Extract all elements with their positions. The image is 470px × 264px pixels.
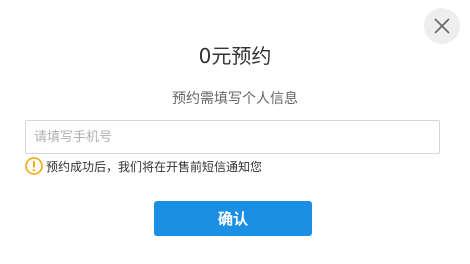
reservation-notice: 预约成功后，我们将在开售前短信通知您 (25, 157, 262, 175)
close-button[interactable] (424, 8, 460, 44)
close-icon (434, 18, 450, 34)
reservation-dialog: 0元预约 预约需填写个人信息 预约成功后，我们将在开售前短信通知您 确认 (0, 0, 470, 264)
dialog-subtitle: 预约需填写个人信息 (172, 91, 298, 107)
notice-text: 预约成功后，我们将在开售前短信通知您 (46, 159, 263, 174)
warning-icon (25, 157, 43, 175)
dialog-title: 0元预约 (198, 44, 272, 68)
phone-input[interactable] (25, 120, 440, 154)
confirm-button[interactable]: 确认 (154, 201, 312, 236)
